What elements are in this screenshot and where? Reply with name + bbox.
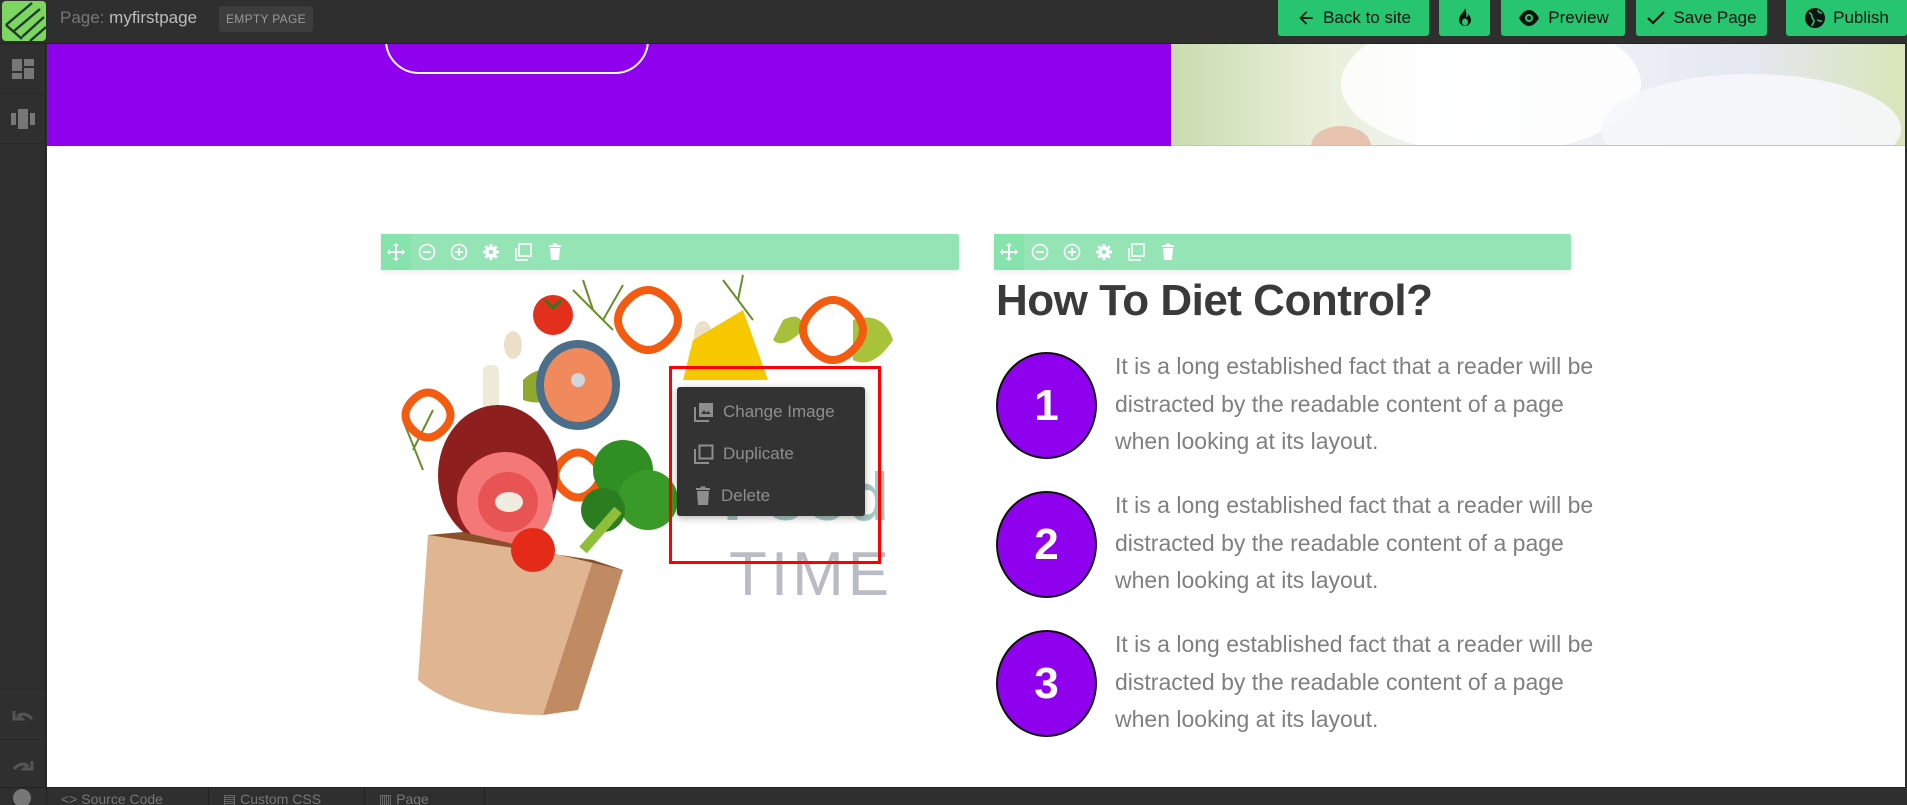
- text-block-toolbar: [994, 234, 1571, 270]
- publish-label: Publish: [1833, 8, 1889, 27]
- page-title: Page: myfirstpage: [60, 8, 197, 28]
- arrow-left-icon: [1299, 11, 1313, 25]
- check-icon: [1647, 11, 1666, 25]
- menu-item-delete[interactable]: Delete: [677, 475, 865, 517]
- settings-icon: [483, 244, 499, 260]
- save-page-button[interactable]: Save Page: [1636, 0, 1767, 36]
- trash-icon: [696, 486, 710, 505]
- move-icon: [1000, 243, 1018, 261]
- step-text: It is a long established fact that a rea…: [1115, 631, 1594, 732]
- section-heading: How To Diet Control?: [996, 276, 1433, 325]
- duplicate-icon: [694, 444, 714, 464]
- image-block-toolbar: [381, 234, 959, 270]
- menu-item-duplicate[interactable]: Duplicate: [677, 433, 865, 475]
- empty-page-badge: EMPTY PAGE: [219, 6, 313, 32]
- zoom-out-button[interactable]: [411, 234, 443, 270]
- back-to-site-button[interactable]: Back to site: [1278, 0, 1429, 36]
- blocks-icon: [12, 58, 34, 79]
- page-label: Page: [396, 791, 429, 805]
- duplicate-icon: [515, 243, 532, 261]
- step-number-badge: 2: [996, 491, 1097, 598]
- zoom-out-icon: [1031, 243, 1049, 261]
- eye-icon: [1519, 10, 1540, 26]
- fire-button[interactable]: [1439, 0, 1490, 36]
- bottom-bar: <> Source Code ▤ Custom CSS ▥ Page: [0, 787, 1907, 805]
- undo-icon: [12, 710, 34, 720]
- step-text: It is a long established fact that a rea…: [1115, 492, 1594, 593]
- source-code-button[interactable]: <> Source Code: [47, 788, 209, 805]
- help-button[interactable]: [0, 788, 47, 805]
- globe-icon: [1805, 8, 1826, 28]
- delete-icon: [549, 243, 561, 260]
- undo-button[interactable]: [0, 689, 46, 739]
- hero-banner[interactable]: [47, 44, 1171, 146]
- settings-button[interactable]: [475, 234, 507, 270]
- custom-css-label: Custom CSS: [240, 791, 322, 805]
- zoom-in-icon: [450, 243, 468, 261]
- delete-icon: [1162, 243, 1174, 260]
- hero-outline-button[interactable]: [385, 44, 649, 74]
- page-icon: ▥: [379, 791, 397, 805]
- publish-button[interactable]: Publish: [1786, 0, 1907, 36]
- zoom-in-icon: [1063, 243, 1081, 261]
- top-bar: Page: myfirstpage EMPTY PAGE Back to sit…: [0, 0, 1907, 44]
- components-icon: [11, 108, 35, 129]
- duplicate-icon: [1128, 243, 1145, 261]
- source-code-label: Source Code: [81, 791, 163, 805]
- sidebar-item-components[interactable]: [0, 94, 46, 144]
- settings-button[interactable]: [1088, 234, 1120, 270]
- image-context-menu: Change Image Duplicate Delete: [677, 387, 865, 516]
- delete-button[interactable]: [1152, 234, 1184, 270]
- redo-button[interactable]: [0, 739, 46, 789]
- back-to-site-label: Back to site: [1323, 8, 1411, 27]
- menu-item-label: Delete: [721, 486, 771, 505]
- zoom-out-button[interactable]: [1024, 234, 1056, 270]
- step-text: It is a long established fact that a rea…: [1115, 353, 1594, 454]
- help-icon: [13, 789, 31, 805]
- menu-item-label: Change Image: [723, 402, 835, 421]
- page-name: myfirstpage: [109, 8, 198, 27]
- preview-label: Preview: [1548, 8, 1609, 27]
- fire-icon: [1458, 8, 1471, 26]
- hero-photo-shapes: [1311, 44, 1901, 145]
- duplicate-button[interactable]: [1120, 234, 1152, 270]
- zoom-in-button[interactable]: [1056, 234, 1088, 270]
- custom-css-button[interactable]: ▤ Custom CSS: [209, 788, 365, 805]
- save-page-label: Save Page: [1673, 8, 1757, 27]
- page-settings-button[interactable]: ▥ Page: [365, 788, 485, 805]
- move-handle[interactable]: [994, 234, 1024, 270]
- page-canvas: [47, 44, 1905, 787]
- image-icon: [694, 403, 713, 422]
- move-icon: [387, 243, 405, 261]
- step-number-badge: 3: [996, 630, 1097, 737]
- left-sidebar: [0, 44, 46, 787]
- duplicate-button[interactable]: [507, 234, 539, 270]
- zoom-out-icon: [418, 243, 436, 261]
- settings-icon: [1096, 244, 1112, 260]
- menu-item-label: Duplicate: [723, 444, 794, 463]
- step-number-badge: 1: [996, 352, 1097, 459]
- preview-button[interactable]: Preview: [1501, 0, 1625, 36]
- menu-item-change-image[interactable]: Change Image: [677, 391, 865, 433]
- zoom-in-button[interactable]: [443, 234, 475, 270]
- app-logo[interactable]: [2, 1, 46, 41]
- hero-image[interactable]: [1171, 44, 1905, 146]
- move-handle[interactable]: [381, 234, 411, 270]
- sidebar-item-blocks[interactable]: [0, 44, 46, 94]
- code-icon: <>: [61, 791, 82, 805]
- css-icon: ▤: [223, 791, 241, 805]
- delete-button[interactable]: [539, 234, 571, 270]
- page-prefix: Page:: [60, 8, 105, 27]
- redo-icon: [12, 760, 34, 770]
